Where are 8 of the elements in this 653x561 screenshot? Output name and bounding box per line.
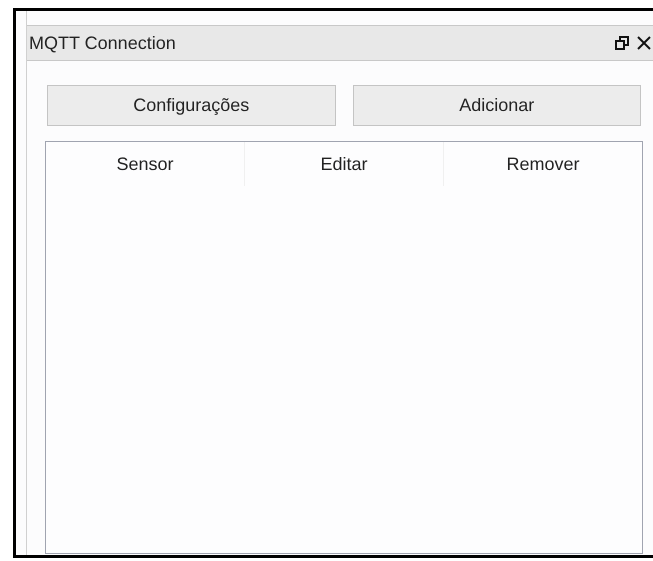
column-header[interactable]: Editar (245, 142, 444, 186)
close-icon[interactable] (637, 36, 651, 50)
action-button[interactable]: Configurações (47, 85, 336, 126)
column-header[interactable]: Remover (444, 142, 642, 186)
action-button[interactable]: Adicionar (352, 85, 641, 126)
panel-title: MQTT Connection (29, 32, 177, 54)
column-header[interactable]: Sensor (46, 142, 245, 186)
restore-icon[interactable] (615, 36, 629, 50)
